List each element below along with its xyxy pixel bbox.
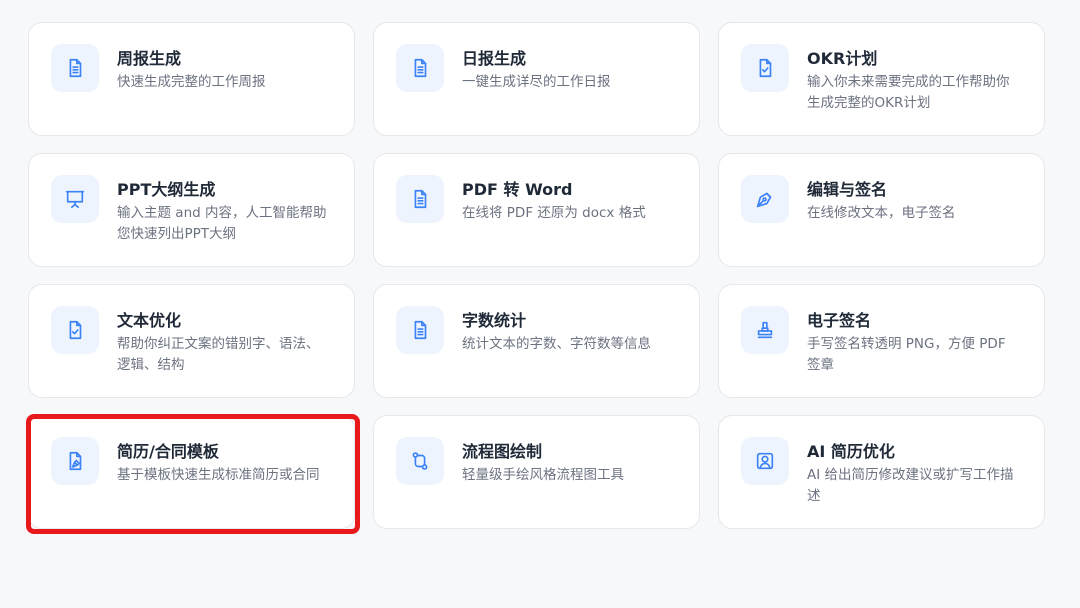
tool-description: 在线将 PDF 还原为 docx 格式 (462, 205, 646, 221)
document-check-icon (51, 306, 99, 354)
tool-card-flowchart[interactable]: 流程图绘制 轻量级手绘风格流程图工具 (373, 415, 700, 529)
tool-card-okr-plan[interactable]: OKR计划 输入你未来需要完成的工作帮助你生成完整的OKR计划 (718, 22, 1045, 136)
document-signature-icon (51, 437, 99, 485)
tool-title: PDF 转 Word (462, 180, 573, 199)
tool-title: 周报生成 (117, 49, 182, 68)
tool-title: 字数统计 (462, 311, 527, 330)
tool-card-text-optimize[interactable]: 文本优化 帮助你纠正文案的错别字、语法、逻辑、结构 (28, 284, 355, 398)
flow-route-icon (396, 437, 444, 485)
document-icon (51, 44, 99, 92)
document-icon (396, 175, 444, 223)
tools-grid: 周报生成 快速生成完整的工作周报 日报生成 一键生成详尽的工作日报 OKR计划 … (26, 22, 1045, 534)
tool-card-edit-and-sign[interactable]: 编辑与签名 在线修改文本，电子签名 (718, 153, 1045, 267)
presentation-icon (51, 175, 99, 223)
user-profile-icon (741, 437, 789, 485)
tool-title: 流程图绘制 (462, 442, 543, 461)
tool-title: 编辑与签名 (807, 180, 888, 199)
stamp-icon (741, 306, 789, 354)
tool-description: 帮助你纠正文案的错别字、语法、逻辑、结构 (117, 336, 320, 373)
tool-card-ai-resume-optimize[interactable]: AI 简历优化 AI 给出简历修改建议或扩写工作描述 (718, 415, 1045, 529)
tool-card-daily-report[interactable]: 日报生成 一键生成详尽的工作日报 (373, 22, 700, 136)
tool-description: 轻量级手绘风格流程图工具 (462, 467, 624, 483)
tool-card-word-count[interactable]: 字数统计 统计文本的字数、字符数等信息 (373, 284, 700, 398)
document-check-icon (741, 44, 789, 92)
tool-description: 输入你未来需要完成的工作帮助你生成完整的OKR计划 (807, 74, 1010, 111)
pen-nib-icon (741, 175, 789, 223)
document-icon (396, 44, 444, 92)
tool-description: 统计文本的字数、字符数等信息 (462, 336, 651, 352)
tool-title: 文本优化 (117, 311, 182, 330)
tool-description: 快速生成完整的工作周报 (117, 74, 266, 90)
tool-title: 简历/合同模板 (117, 442, 219, 461)
tool-card-pdf-to-word[interactable]: PDF 转 Word 在线将 PDF 还原为 docx 格式 (373, 153, 700, 267)
tool-title: 电子签名 (807, 311, 872, 330)
tool-description: AI 给出简历修改建议或扩写工作描述 (807, 467, 1014, 504)
tool-description: 输入主题 and 内容，人工智能帮助您快速列出PPT大纲 (117, 205, 327, 242)
document-icon (396, 306, 444, 354)
tool-title: PPT大纲生成 (117, 180, 216, 199)
tool-description: 手写签名转透明 PNG，方便 PDF 签章 (807, 336, 1006, 373)
tool-title: 日报生成 (462, 49, 527, 68)
tool-card-weekly-report[interactable]: 周报生成 快速生成完整的工作周报 (28, 22, 355, 136)
tool-description: 基于模板快速生成标准简历或合同 (117, 467, 320, 483)
tool-description: 一键生成详尽的工作日报 (462, 74, 611, 90)
tool-description: 在线修改文本，电子签名 (807, 205, 956, 221)
tool-card-resume-contract-template[interactable]: 简历/合同模板 基于模板快速生成标准简历或合同 (26, 414, 360, 534)
tool-title: AI 简历优化 (807, 442, 895, 461)
tool-title: OKR计划 (807, 49, 878, 68)
tool-card-ppt-outline[interactable]: PPT大纲生成 输入主题 and 内容，人工智能帮助您快速列出PPT大纲 (28, 153, 355, 267)
tool-card-e-signature[interactable]: 电子签名 手写签名转透明 PNG，方便 PDF 签章 (718, 284, 1045, 398)
